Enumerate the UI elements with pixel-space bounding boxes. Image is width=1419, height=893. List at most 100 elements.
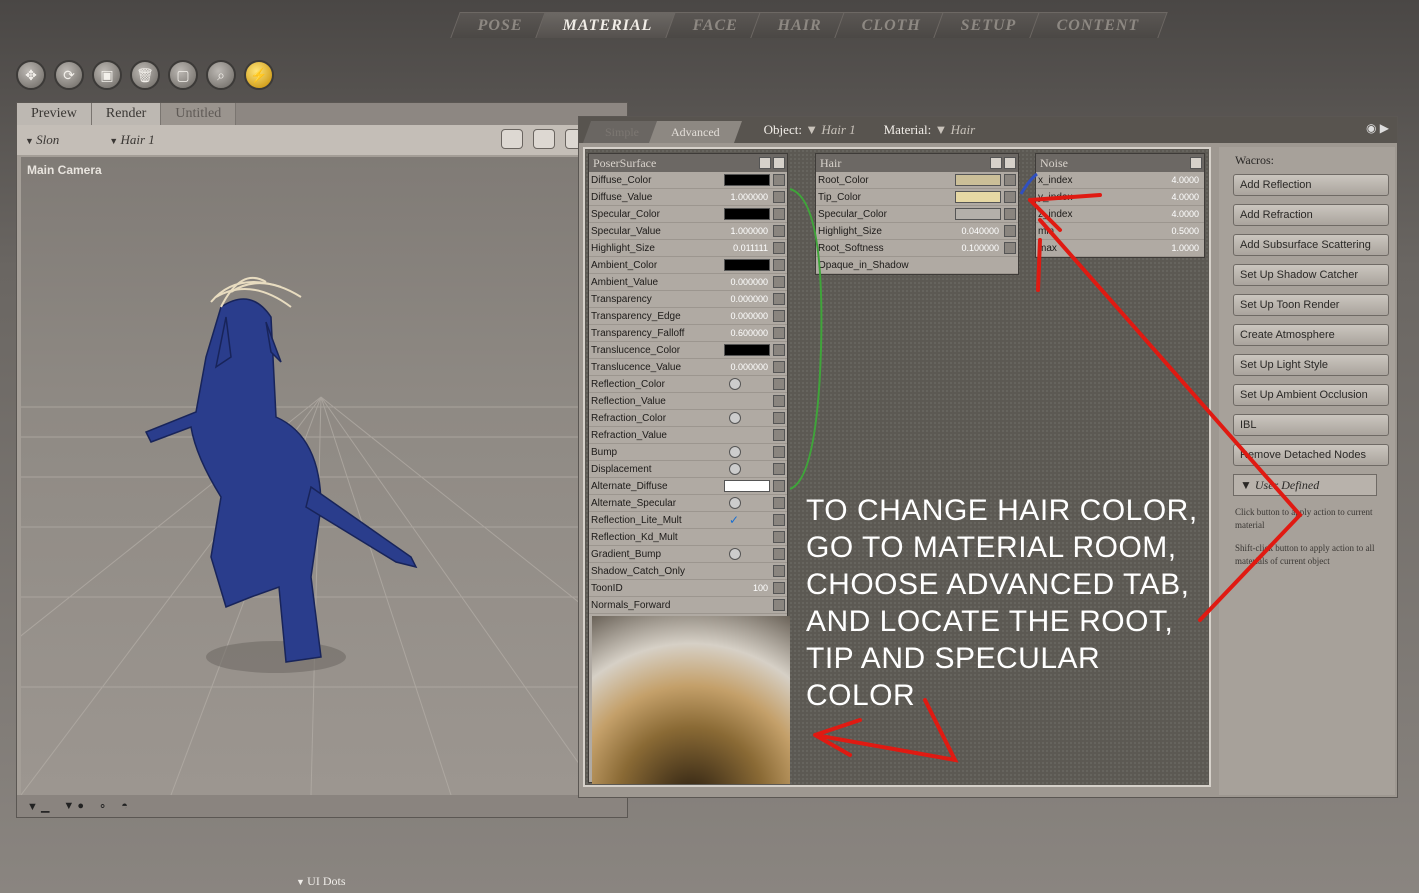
preview-tab-render[interactable]: Render	[91, 103, 162, 125]
input-plug-icon[interactable]	[773, 565, 785, 577]
parameter-value[interactable]: 0.600000	[724, 327, 770, 339]
texture-dial-icon[interactable]	[729, 378, 741, 390]
color-swatch[interactable]	[724, 480, 770, 492]
wacro-button[interactable]: Set Up Light Style	[1233, 354, 1389, 376]
shadow-icon[interactable]: ◓	[121, 800, 128, 812]
wacro-button[interactable]: Add Reflection	[1233, 174, 1389, 196]
texture-dial-icon[interactable]	[729, 497, 741, 509]
depth-cue-icon[interactable]: ⚬	[98, 800, 107, 813]
node-parameter-row[interactable]: Transparency 0.000000	[589, 291, 787, 308]
texture-dial-icon[interactable]	[729, 412, 741, 424]
collapse-icon[interactable]	[759, 157, 771, 169]
color-swatch[interactable]	[724, 344, 770, 356]
3d-viewport[interactable]: Main Camera	[21, 157, 623, 795]
input-plug-icon[interactable]	[1004, 208, 1016, 220]
node-parameter-row[interactable]: ToonID 100	[589, 580, 787, 597]
room-tab-setup[interactable]: SETUP	[933, 12, 1045, 38]
wacro-button[interactable]: Create Atmosphere	[1233, 324, 1389, 346]
color-swatch[interactable]	[955, 174, 1001, 186]
input-plug-icon[interactable]	[773, 208, 785, 220]
wacro-button[interactable]: Add Subsurface Scattering	[1233, 234, 1389, 256]
node-parameter-row[interactable]: Translucence_Value 0.000000	[589, 359, 787, 376]
material-dropdown[interactable]: ▼ Hair	[935, 122, 976, 137]
input-plug-icon[interactable]	[773, 548, 785, 560]
display-style-icon[interactable]: ▼ ▁	[27, 800, 49, 813]
parameter-value[interactable]: 4.0000	[1155, 208, 1201, 220]
ui-dots-menu[interactable]: UI Dots	[296, 874, 345, 889]
rotate-icon[interactable]: ⟳	[54, 60, 84, 90]
node-parameter-row[interactable]: min 0.5000	[1036, 223, 1204, 240]
input-plug-icon[interactable]	[773, 191, 785, 203]
node-parameter-row[interactable]: Opaque_in_Shadow	[816, 257, 1018, 274]
input-plug-icon[interactable]	[773, 514, 785, 526]
input-plug-icon[interactable]	[773, 174, 785, 186]
node-parameter-row[interactable]: Highlight_Size 0.040000	[816, 223, 1018, 240]
input-plug-icon[interactable]	[773, 293, 785, 305]
node-parameter-row[interactable]: Refraction_Color	[589, 410, 787, 427]
material-tab-advanced[interactable]: Advanced	[649, 121, 742, 143]
render-icon[interactable]: ⚡	[244, 60, 274, 90]
parameter-value[interactable]: 0.000000	[724, 276, 770, 288]
preview-tab-preview[interactable]: Preview	[17, 103, 92, 125]
texture-dial-icon[interactable]	[729, 548, 741, 560]
collapse-icon[interactable]	[1190, 157, 1202, 169]
input-plug-icon[interactable]	[773, 480, 785, 492]
node-parameter-row[interactable]: Specular_Value 1.000000	[589, 223, 787, 240]
wacro-button[interactable]: Set Up Ambient Occlusion	[1233, 384, 1389, 406]
input-plug-icon[interactable]	[773, 599, 785, 611]
input-plug-icon[interactable]	[773, 378, 785, 390]
node-parameter-row[interactable]: Tip_Color	[816, 189, 1018, 206]
camera-view-icon[interactable]	[501, 129, 523, 149]
lighting-icon[interactable]: ▼ ●	[63, 800, 84, 812]
input-plug-icon[interactable]	[773, 531, 785, 543]
node-parameter-row[interactable]: x_index 4.0000	[1036, 172, 1204, 189]
node-parameter-row[interactable]: y_index 4.0000	[1036, 189, 1204, 206]
color-swatch[interactable]	[955, 208, 1001, 220]
wacro-button[interactable]: IBL	[1233, 414, 1389, 436]
wacro-button[interactable]: Remove Detached Nodes	[1233, 444, 1389, 466]
parameter-value[interactable]: 4.0000	[1155, 174, 1201, 186]
room-tab-cloth[interactable]: CLOTH	[834, 12, 949, 38]
color-swatch[interactable]	[955, 191, 1001, 203]
texture-dial-icon[interactable]	[729, 446, 741, 458]
input-plug-icon[interactable]	[773, 242, 785, 254]
object-dropdown[interactable]: ▼ Hair 1	[805, 122, 855, 137]
parameter-value[interactable]: 0.011111	[724, 242, 770, 254]
input-plug-icon[interactable]	[1004, 174, 1016, 186]
input-plug-icon[interactable]	[773, 412, 785, 424]
input-plug-icon[interactable]	[773, 276, 785, 288]
input-plug-icon[interactable]	[773, 463, 785, 475]
preview-tab-untitled[interactable]: Untitled	[161, 103, 237, 125]
camera-icon[interactable]: ▣	[92, 60, 122, 90]
node-parameter-row[interactable]: Displacement	[589, 461, 787, 478]
node-parameter-row[interactable]: Specular_Color	[589, 206, 787, 223]
parameter-value[interactable]: 0.000000	[724, 361, 770, 373]
user-defined-dropdown[interactable]: ▼ User Defined	[1233, 474, 1377, 496]
input-plug-icon[interactable]	[1004, 191, 1016, 203]
input-plug-icon[interactable]	[773, 327, 785, 339]
parameter-value[interactable]: 0.000000	[724, 310, 770, 322]
input-plug-icon[interactable]	[773, 344, 785, 356]
color-swatch[interactable]	[724, 174, 770, 186]
parameter-value[interactable]: 0.100000	[955, 242, 1001, 254]
checkbox[interactable]: ✓	[729, 513, 741, 527]
room-tab-material[interactable]: MATERIAL	[535, 12, 681, 38]
room-tab-content[interactable]: CONTENT	[1029, 12, 1168, 38]
node-parameter-row[interactable]: Refraction_Value	[589, 427, 787, 444]
move-icon[interactable]: ✥	[16, 60, 46, 90]
input-plug-icon[interactable]	[773, 259, 785, 271]
parameter-value[interactable]: 100	[724, 582, 770, 594]
node-parameter-row[interactable]: Gradient_Bump	[589, 546, 787, 563]
input-plug-icon[interactable]	[1004, 225, 1016, 237]
input-plug-icon[interactable]	[773, 225, 785, 237]
node-parameter-row[interactable]: Ambient_Color	[589, 257, 787, 274]
hair-node[interactable]: Hair Root_Color Tip_Color Specular_Color Hi…	[815, 153, 1019, 275]
wacro-button[interactable]: Add Refraction	[1233, 204, 1389, 226]
figure-dropdown[interactable]: Slon	[25, 132, 59, 148]
node-parameter-row[interactable]: Shadow_Catch_Only	[589, 563, 787, 580]
zoom-icon[interactable]: ⌕	[206, 60, 236, 90]
node-parameter-row[interactable]: max 1.0000	[1036, 240, 1204, 257]
parameter-value[interactable]: 1.000000	[724, 225, 770, 237]
parameter-value[interactable]: 1.0000	[1155, 242, 1201, 254]
wacro-button[interactable]: Set Up Shadow Catcher	[1233, 264, 1389, 286]
